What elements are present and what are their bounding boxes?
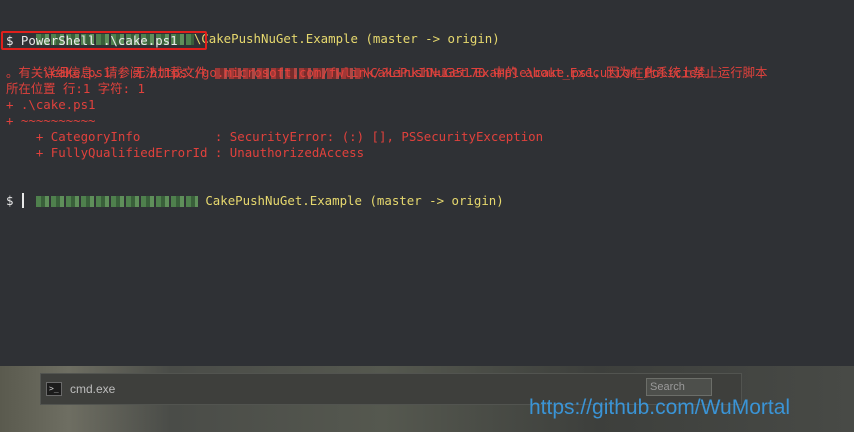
- error-line-2: 。有关详细信息，请参阅 https:/go.microsoft.com/fwli…: [6, 65, 717, 80]
- prompt-path: CakePushNuGet.Example: [205, 193, 362, 208]
- text-cursor: [22, 193, 24, 208]
- command-highlight-box: [1, 31, 207, 50]
- prompt-line-2: CakePushNuGet.Example (master -> origin): [6, 177, 504, 208]
- error-line-5: + ~~~~~~~~~~: [6, 113, 96, 128]
- taskbar-item-label: cmd.exe: [70, 382, 116, 396]
- watermark-url: https://github.com/WuMortal: [529, 396, 791, 419]
- error-line-1: .\cake.ps1 : 无法加载文件 \CakePushNuGet.Examp…: [6, 49, 768, 80]
- prompt-line-1: \CakePushNuGet.Example (master -> origin…: [6, 15, 500, 46]
- prompt-symbol: $: [6, 193, 14, 208]
- taskbar-item-cmd[interactable]: >_ cmd.exe: [46, 377, 196, 401]
- terminal-window[interactable]: \CakePushNuGet.Example (master -> origin…: [0, 0, 854, 366]
- prompt-path: \CakePushNuGet.Example: [193, 31, 358, 46]
- error-line-3: 所在位置 行:1 字符: 1: [6, 81, 145, 96]
- console-icon: >_: [46, 382, 62, 396]
- git-branch: (master -> origin): [369, 193, 504, 208]
- git-branch: (master -> origin): [365, 31, 500, 46]
- error-line-7: + FullyQualifiedErrorId : UnauthorizedAc…: [6, 145, 365, 160]
- redacted-user-host: [35, 196, 198, 207]
- error-line-6: + CategoryInfo : SecurityError: (:) [], …: [6, 129, 544, 144]
- error-line-4: + .\cake.ps1: [6, 97, 96, 112]
